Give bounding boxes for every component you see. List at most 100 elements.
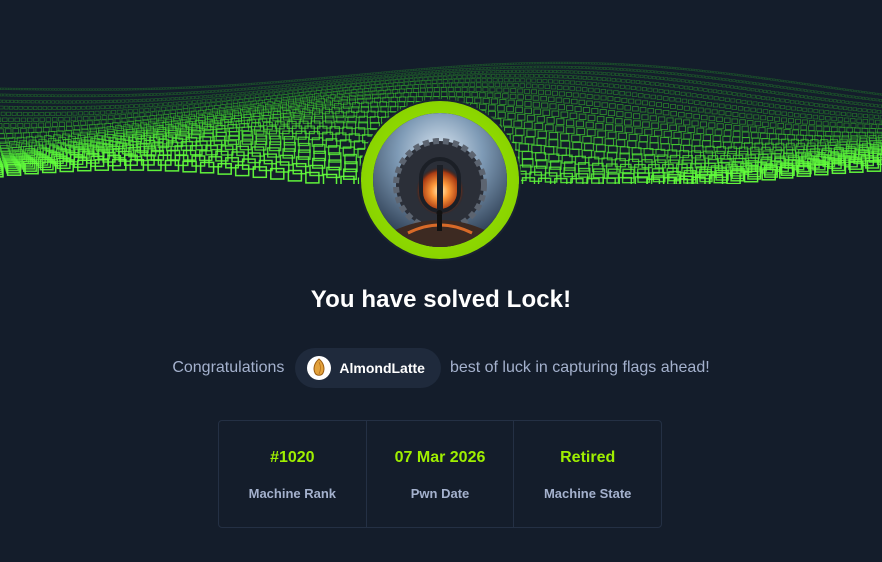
banner-cube [553,61,557,64]
banner-cube [724,97,730,102]
banner-cube [534,74,539,78]
stat-machine-rank: #1020 Machine Rank [219,421,367,527]
banner-cube [558,74,563,79]
banner-cube [775,79,779,82]
banner-cube [556,85,563,90]
banner-cube [633,69,637,72]
banner-cube [625,85,631,90]
banner-cube [55,111,61,116]
banner-cube [625,91,632,97]
banner-cube [696,127,705,134]
banner-cube [503,78,509,83]
banner-cube [644,93,650,99]
banner-cube [413,74,418,78]
banner-cube [211,94,216,98]
banner-cube [448,66,452,69]
banner-cube [113,99,117,103]
banner-cube [586,71,590,75]
page-title: You have solved Lock! [310,286,572,313]
banner-cube [362,73,365,76]
banner-cube [95,88,98,91]
banner-cube [92,88,95,91]
banner-cube [381,71,384,74]
banner-cube [840,88,843,91]
user-chip[interactable]: AlmondLatte [295,348,441,388]
banner-cube [257,90,261,94]
banner-cube [454,65,457,68]
banner-cube [815,120,822,126]
banner-cube [658,116,666,123]
banner-cube [682,155,693,164]
banner-cube [396,76,401,80]
banner-cube [601,102,609,108]
banner-cube [221,84,225,87]
banner-cube [751,75,754,78]
banner-cube [192,86,195,89]
banner-cube [647,70,651,73]
banner-cube [767,77,770,81]
banner-cube [461,86,468,92]
banner-cube [486,92,494,98]
banner-cube [95,115,102,121]
banner-cube [857,123,864,129]
banner-cube [746,87,751,91]
banner-cube [666,117,674,124]
banner-cube [525,83,532,89]
banner-cube [592,76,597,81]
banner-cube [31,122,38,128]
banner-cube [6,111,12,116]
banner-cube [394,70,398,73]
banner-cube [313,77,317,80]
banner-cube [40,94,44,97]
banner-cube [324,76,328,79]
banner-cube [800,124,808,131]
banner-cube [632,64,635,67]
banner-cube [521,65,525,69]
banner-cube [17,122,24,128]
banner-cube [604,138,615,146]
banner-cube [313,115,324,124]
stat-label: Machine State [543,486,632,501]
banner-cube [598,71,603,75]
banner-cube [564,61,568,64]
banner-cube [818,85,822,88]
banner-cube [14,87,17,91]
banner-cube [489,87,496,93]
banner-cube [228,93,232,97]
banner-cube [579,66,583,69]
banner-cube [806,114,812,119]
banner-cube [731,118,739,124]
banner-cube [132,112,139,118]
banner-cube [494,82,501,88]
banner-cube [415,71,419,75]
banner-cube [526,114,536,122]
banner-cube [829,86,833,89]
banner-cube [642,87,647,92]
banner-cube [459,78,465,83]
banner-cube [589,66,593,70]
banner-cube [252,90,257,94]
banner-cube [139,93,143,97]
banner-cube [314,84,319,88]
banner-cube [423,77,428,81]
banner-cube [419,83,426,89]
banner-cube [536,78,542,83]
banner-cube [78,94,82,98]
banner-cube [616,67,620,71]
banner-cube [481,78,487,83]
banner-cube [746,81,750,84]
banner-cube [538,89,545,95]
banner-cube [719,103,725,109]
banner-cube [563,74,568,79]
banner-cube [417,74,422,78]
banner-cube [732,92,737,96]
banner-cube [37,106,43,110]
banner-cube [39,112,45,117]
banner-cube [570,80,575,85]
banner-cube [121,99,126,103]
banner-cube [333,103,342,110]
banner-cube [186,86,190,89]
banner-cube [718,71,722,74]
banner-cube [502,93,509,99]
banner-cube [687,99,694,105]
